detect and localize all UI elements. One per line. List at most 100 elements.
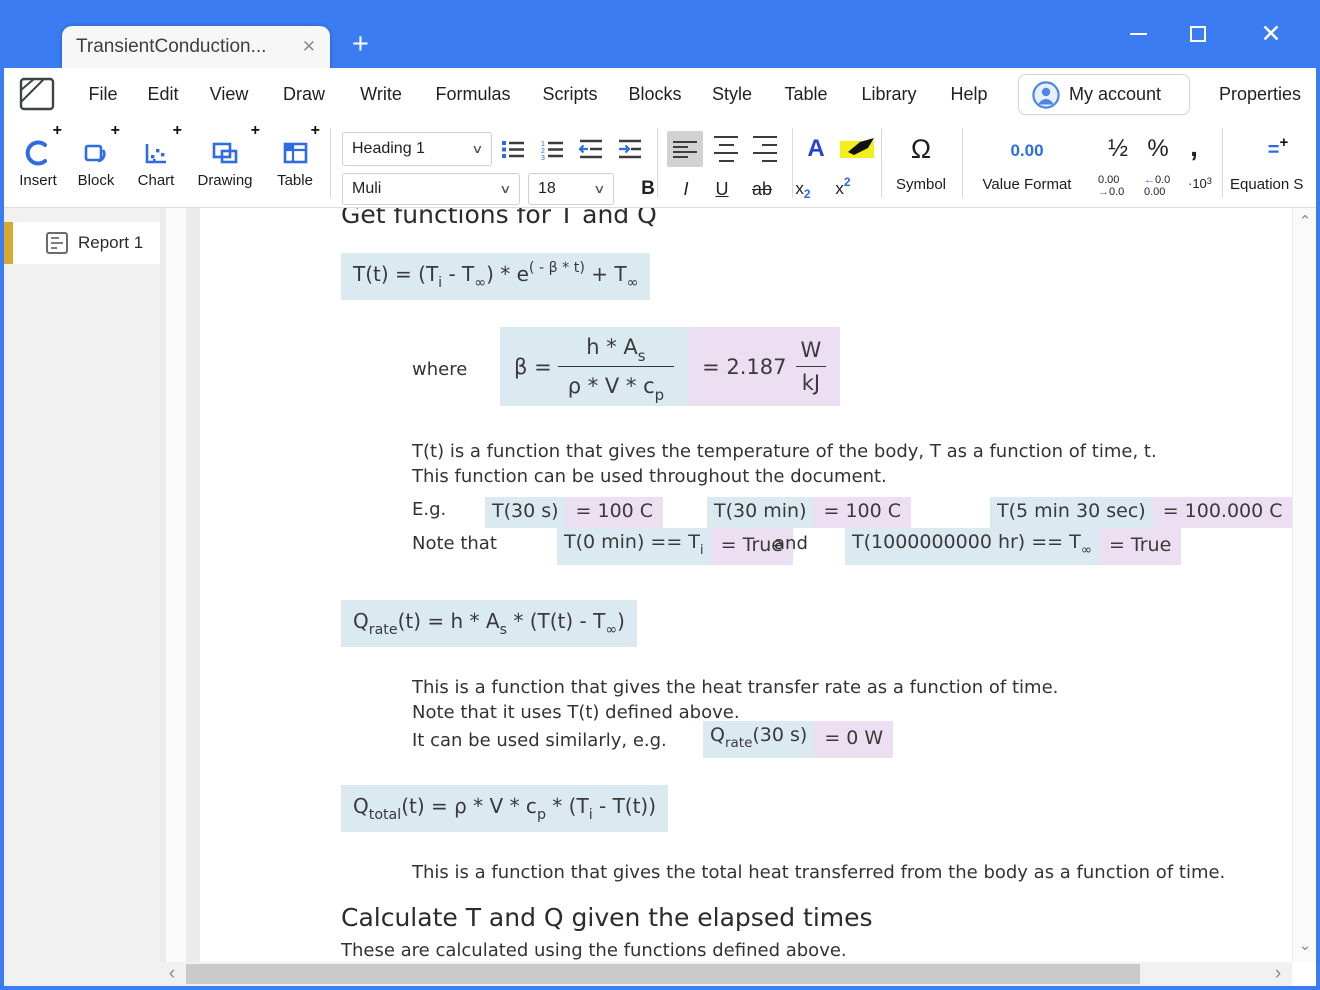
align-center-button[interactable] [708, 131, 744, 167]
underline-button[interactable]: U [708, 175, 736, 203]
doc-heading-calculate[interactable]: Calculate T and Q given the elapsed time… [341, 903, 873, 933]
document-tab[interactable]: TransientConduction... ✕ [62, 26, 330, 68]
paragraph-style-select[interactable]: Heading 1∨ [342, 132, 492, 166]
menu-scripts[interactable]: Scripts [542, 68, 597, 120]
outdent-button[interactable] [576, 134, 606, 164]
minimize-button[interactable] [1115, 0, 1161, 68]
eg-label[interactable]: E.g. [412, 499, 446, 520]
scroll-down-icon[interactable]: ⌄ [1297, 936, 1313, 954]
sidebar: Report 1 [4, 208, 160, 986]
superscript-button[interactable]: x2 [828, 175, 858, 203]
fraction-button[interactable]: ½ [1102, 132, 1134, 166]
scroll-left-icon[interactable]: ‹ [164, 964, 180, 984]
beta-expression: β = h * As ρ * V * cp [500, 327, 688, 406]
my-account-label: My account [1069, 84, 1161, 105]
value-format-label: Value Format [966, 176, 1088, 193]
equation-Qrate-definition[interactable]: Qrate(t) = h * As * (T(t) - T∞) [341, 600, 637, 647]
horizontal-scrollbar-thumb[interactable] [186, 964, 1140, 984]
equation-label: Equation S [1230, 176, 1320, 193]
result-T-30s[interactable]: T(30 s)= 100 C [485, 497, 663, 528]
vertical-scrollbar[interactable]: ⌃ ⌄ [1292, 208, 1316, 962]
maximize-icon [1190, 26, 1206, 42]
result-T-5min30sec[interactable]: T(5 min 30 sec)= 100.000 C [990, 497, 1292, 528]
equation-T-definition[interactable]: T(t) = (Ti - T∞) * e( - β * t) + T∞ [341, 253, 650, 300]
drawing-button[interactable]: + Drawing [188, 126, 262, 189]
scientific-notation-button[interactable]: ·103 [1188, 178, 1212, 190]
menu-help[interactable]: Help [950, 68, 987, 120]
and-label[interactable]: and [774, 533, 808, 554]
align-left-button[interactable] [667, 131, 703, 167]
toolbar: + Insert + Block + Chart + Drawing + Tab… [4, 120, 1316, 208]
tab-close-icon[interactable]: ✕ [294, 37, 316, 57]
increase-decimal-button[interactable]: ←0.0 0.00 [1144, 174, 1170, 198]
paragraph[interactable]: Note that it uses T(t) defined above. [412, 701, 740, 725]
menu-edit[interactable]: Edit [147, 68, 178, 120]
new-tab-button[interactable]: + [352, 28, 369, 60]
indent-icon [617, 138, 643, 160]
font-size-select[interactable]: 18∨ [528, 173, 614, 205]
close-button[interactable]: ✕ [1248, 0, 1294, 68]
maximize-button[interactable] [1175, 0, 1221, 68]
strikethrough-button[interactable]: ab [746, 175, 778, 203]
bold-button[interactable]: B [634, 175, 662, 203]
document-page[interactable]: Get functions for T and Q T(t) = (Ti - T… [200, 208, 1292, 962]
menu-draw[interactable]: Draw [283, 68, 325, 120]
highlighter-button[interactable] [836, 134, 878, 164]
result-T-30min[interactable]: T(30 min)= 100 C [707, 497, 911, 528]
menu-write[interactable]: Write [360, 68, 402, 120]
paragraph[interactable]: It can be used similarly, e.g. [412, 729, 667, 753]
menu-properties[interactable]: Properties [1219, 68, 1301, 120]
block-button[interactable]: + Block [70, 126, 122, 189]
font-color-icon: A [807, 135, 824, 163]
where-label[interactable]: where [412, 359, 467, 380]
menu-blocks[interactable]: Blocks [628, 68, 681, 120]
decrease-decimal-button[interactable]: 0.00 →0.0 [1098, 174, 1124, 198]
italic-button[interactable]: I [672, 175, 700, 203]
toolbar-divider [330, 128, 331, 198]
sidebar-scroll-track[interactable] [166, 208, 186, 962]
report-icon [46, 232, 68, 254]
numbered-list-button[interactable]: 123 [537, 134, 567, 164]
note-that-label[interactable]: Note that [412, 533, 497, 554]
result-Qrate-30s[interactable]: Qrate(30 s)= 0 W [703, 721, 893, 758]
paragraph[interactable]: This function can be used throughout the… [412, 465, 887, 489]
menu-view[interactable]: View [210, 68, 249, 120]
subscript-button[interactable]: x2 [788, 175, 818, 203]
scroll-up-icon[interactable]: ⌃ [1297, 212, 1313, 230]
bullet-list-button[interactable] [498, 134, 528, 164]
chevron-down-icon: ∨ [471, 142, 483, 156]
menu-library[interactable]: Library [861, 68, 916, 120]
value-format-button[interactable]: 0.00 [998, 136, 1056, 166]
equation-beta[interactable]: β = h * As ρ * V * cp = 2.187 W kJ [500, 327, 840, 406]
menu-file[interactable]: File [88, 68, 117, 120]
align-left-icon [673, 138, 697, 161]
chart-button[interactable]: + Chart [128, 126, 184, 189]
scroll-right-icon[interactable]: › [1270, 964, 1286, 984]
horizontal-scrollbar[interactable]: ‹ › [160, 962, 1292, 986]
percent-button[interactable]: % [1142, 132, 1174, 166]
my-account-button[interactable]: My account [1018, 74, 1190, 115]
menu-style[interactable]: Style [712, 68, 752, 120]
equation-Qtotal-definition[interactable]: Qtotal(t) = ρ * V * cp * (Ti - T(t)) [341, 785, 668, 832]
insert-button[interactable]: + Insert [12, 126, 64, 189]
font-color-button[interactable]: A [800, 132, 832, 166]
equation-button[interactable]: =+ [1260, 134, 1296, 166]
svg-text:1: 1 [541, 141, 545, 148]
indent-button[interactable] [615, 134, 645, 164]
table-button[interactable]: + Table [268, 126, 322, 189]
paragraph[interactable]: This is a function that gives the total … [412, 861, 1225, 885]
paragraph[interactable]: These are calculated using the functions… [341, 939, 847, 962]
align-right-button[interactable] [747, 131, 783, 167]
menu-formulas[interactable]: Formulas [435, 68, 510, 120]
result-T-1e9hr[interactable]: T(1000000000 hr) == T∞= True [845, 528, 1181, 565]
paragraph[interactable]: This is a function that gives the heat t… [412, 676, 1058, 700]
thousands-separator-button[interactable]: , [1182, 130, 1206, 164]
doc-heading-get-functions[interactable]: Get functions for T and Q [341, 208, 657, 230]
symbol-button[interactable]: Ω [898, 130, 944, 168]
menu-table[interactable]: Table [784, 68, 827, 120]
result-T-0min[interactable]: T(0 min) == Ti= True [557, 528, 793, 565]
paragraph[interactable]: T(t) is a function that gives the temper… [412, 440, 1157, 464]
sidebar-item-report-1[interactable]: Report 1 [4, 222, 160, 264]
font-family-select[interactable]: Muli∨ [342, 173, 520, 205]
numbered-list-icon: 123 [540, 138, 564, 160]
